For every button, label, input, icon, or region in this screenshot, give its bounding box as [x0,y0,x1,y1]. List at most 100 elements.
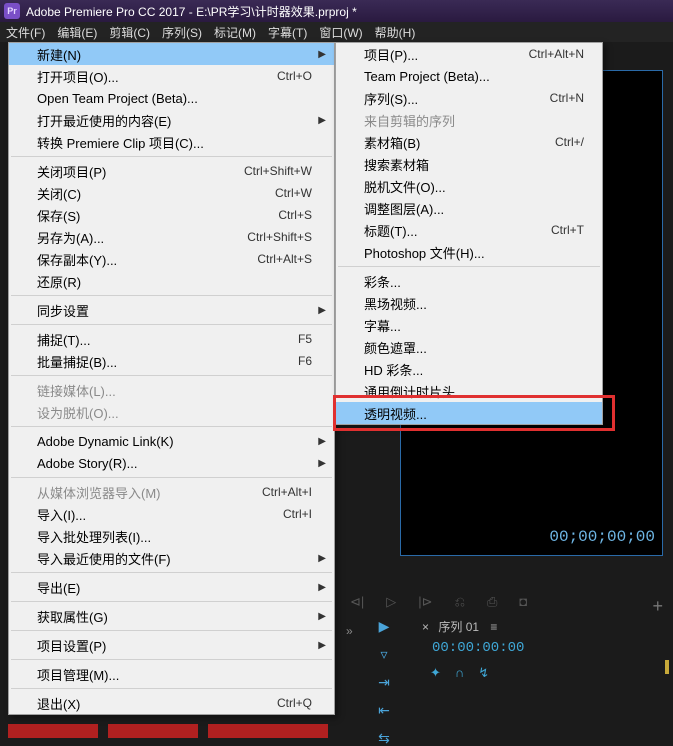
menu-item-label: 导入(I)... [37,505,283,524]
timeline-timecode[interactable]: 00:00:00:00 [432,640,524,656]
menu-item-shortcut: Ctrl+Alt+S [257,252,312,266]
menu-item-label: 关闭项目(P) [37,162,244,181]
menubar-item[interactable]: 标记(M) [208,22,262,43]
export-frame-icon[interactable]: ⎙ [487,594,497,610]
lift-icon[interactable]: ⎌ [455,594,465,610]
next-frame-icon[interactable]: |⊳ [418,594,432,610]
menu-item-shortcut: Ctrl+W [275,186,312,200]
link-tool-icon[interactable]: ⇆ [376,730,392,746]
menu-separator [11,601,332,602]
menu-item[interactable]: 关闭(C)Ctrl+W [9,182,334,204]
menu-item[interactable]: 捕捉(T)...F5 [9,328,334,350]
menu-item-shortcut: F6 [298,354,312,368]
menu-item-shortcut: Ctrl+S [278,208,312,222]
sequence-tab[interactable]: × 序列 01 ≡ [422,618,497,635]
menu-item-label: 新建(N) [37,45,312,64]
menu-item-label: 调整图层(A)... [364,199,584,218]
playhead-icon[interactable]: ▶ [376,618,392,634]
menu-item[interactable]: 导入最近使用的文件(F)▶ [9,547,334,569]
program-timecode: 00;00;00;00 [549,528,655,546]
menu-item[interactable]: 退出(X)Ctrl+Q [9,692,334,714]
bottom-red-bar-2 [108,724,198,738]
menu-item[interactable]: 标题(T)...Ctrl+T [336,219,602,241]
bottom-red-bar-3 [208,724,328,738]
menu-item-shortcut: Ctrl+Alt+I [262,485,312,499]
menu-item-label: 保存副本(Y)... [37,250,257,269]
snap-icon[interactable]: ✦ [430,665,441,681]
menubar-item[interactable]: 序列(S) [156,22,208,43]
prev-frame-icon[interactable]: ⊲| [350,594,364,610]
menu-item[interactable]: 脱机文件(O)... [336,175,602,197]
menu-item[interactable]: 项目(P)...Ctrl+Alt+N [336,43,602,65]
timeline-snap-icons: ✦ ∩ ↯ [430,665,489,681]
menu-item[interactable]: 转换 Premiere Clip 项目(C)... [9,131,334,153]
menu-item[interactable]: 保存(S)Ctrl+S [9,204,334,226]
menu-item[interactable]: 颜色遮罩... [336,336,602,358]
timeline-tool-column: ▶ ▿ ⇥ ⇤ ⇆ [372,618,396,746]
menu-item[interactable]: 黑场视频... [336,292,602,314]
menu-item[interactable]: 保存副本(Y)...Ctrl+Alt+S [9,248,334,270]
menu-item[interactable]: 搜索素材箱 [336,153,602,175]
menu-item-label: 同步设置 [37,301,312,320]
menu-item-label: 素材箱(B) [364,133,555,152]
insert-tool-icon[interactable]: ⇥ [376,674,392,690]
menu-item[interactable]: HD 彩条... [336,358,602,380]
menu-item[interactable]: 导入(I)...Ctrl+I [9,503,334,525]
menu-item-shortcut: Ctrl+I [283,507,312,521]
menu-item-label: 标题(T)... [364,221,551,240]
menu-item-label: 打开项目(O)... [37,67,277,86]
menu-item[interactable]: Team Project (Beta)... [336,65,602,87]
camera-icon[interactable]: ◘ [519,594,527,610]
menu-item-shortcut: Ctrl+N [550,91,584,105]
menubar-item[interactable]: 文件(F) [0,22,51,43]
menu-item-label: 透明视频... [364,404,584,423]
menubar-item[interactable]: 编辑(E) [51,22,103,43]
add-button-icon[interactable]: + [652,596,663,617]
marker-tool-icon[interactable]: ▿ [376,646,392,662]
menu-item[interactable]: Open Team Project (Beta)... [9,87,334,109]
menu-item[interactable]: 项目设置(P)▶ [9,634,334,656]
menu-item[interactable]: 关闭项目(P)Ctrl+Shift+W [9,160,334,182]
menu-item-shortcut: Ctrl+Alt+N [529,47,584,61]
menu-item-label: 项目(P)... [364,45,529,64]
magnet-icon[interactable]: ∩ [455,665,464,681]
overwrite-tool-icon[interactable]: ⇤ [376,702,392,718]
menu-item[interactable]: 新建(N)▶ [9,43,334,65]
linked-selection-icon[interactable]: ↯ [478,665,489,681]
menu-item[interactable]: 彩条... [336,270,602,292]
menu-item[interactable]: 素材箱(B)Ctrl+/ [336,131,602,153]
menu-item[interactable]: 序列(S)...Ctrl+N [336,87,602,109]
menu-item-shortcut: Ctrl+O [277,69,312,83]
menu-item-label: 设为脱机(O)... [37,403,312,422]
menu-item-shortcut: Ctrl+Shift+W [244,164,312,178]
menu-item[interactable]: Adobe Story(R)...▶ [9,452,334,474]
menubar-item[interactable]: 剪辑(C) [103,22,156,43]
menu-item[interactable]: 打开最近使用的内容(E)▶ [9,109,334,131]
menu-item[interactable]: 还原(R) [9,270,334,292]
menu-item[interactable]: 字幕... [336,314,602,336]
menu-item[interactable]: Adobe Dynamic Link(K)▶ [9,430,334,452]
menu-item[interactable]: 通用倒计时片头... [336,380,602,402]
menu-item-label: 项目管理(M)... [37,665,312,684]
menubar-item[interactable]: 窗口(W) [313,22,368,43]
menu-item[interactable]: Photoshop 文件(H)... [336,241,602,263]
menu-item-label: 脱机文件(O)... [364,177,584,196]
menu-item[interactable]: 打开项目(O)...Ctrl+O [9,65,334,87]
menu-item[interactable]: 调整图层(A)... [336,197,602,219]
menu-item[interactable]: 批量捕捉(B)...F6 [9,350,334,372]
menu-item-shortcut: Ctrl+Q [277,696,312,710]
menu-item-label: 批量捕捉(B)... [37,352,298,371]
menu-item[interactable]: 项目管理(M)... [9,663,334,685]
menu-item[interactable]: 导出(E)▶ [9,576,334,598]
play-icon[interactable]: ▷ [386,594,396,610]
menu-item[interactable]: 透明视频... [336,402,602,424]
menubar-item[interactable]: 字幕(T) [262,22,313,43]
menubar-item[interactable]: 帮助(H) [369,22,422,43]
menu-item[interactable]: 另存为(A)...Ctrl+Shift+S [9,226,334,248]
menu-item[interactable]: 获取属性(G)▶ [9,605,334,627]
menu-item[interactable]: 导入批处理列表(I)... [9,525,334,547]
menu-item-label: 关闭(C) [37,184,275,203]
sequence-tab-menu-icon[interactable]: ≡ [490,620,497,634]
panel-collapse-icon[interactable]: » [346,624,353,638]
menu-item[interactable]: 同步设置▶ [9,299,334,321]
